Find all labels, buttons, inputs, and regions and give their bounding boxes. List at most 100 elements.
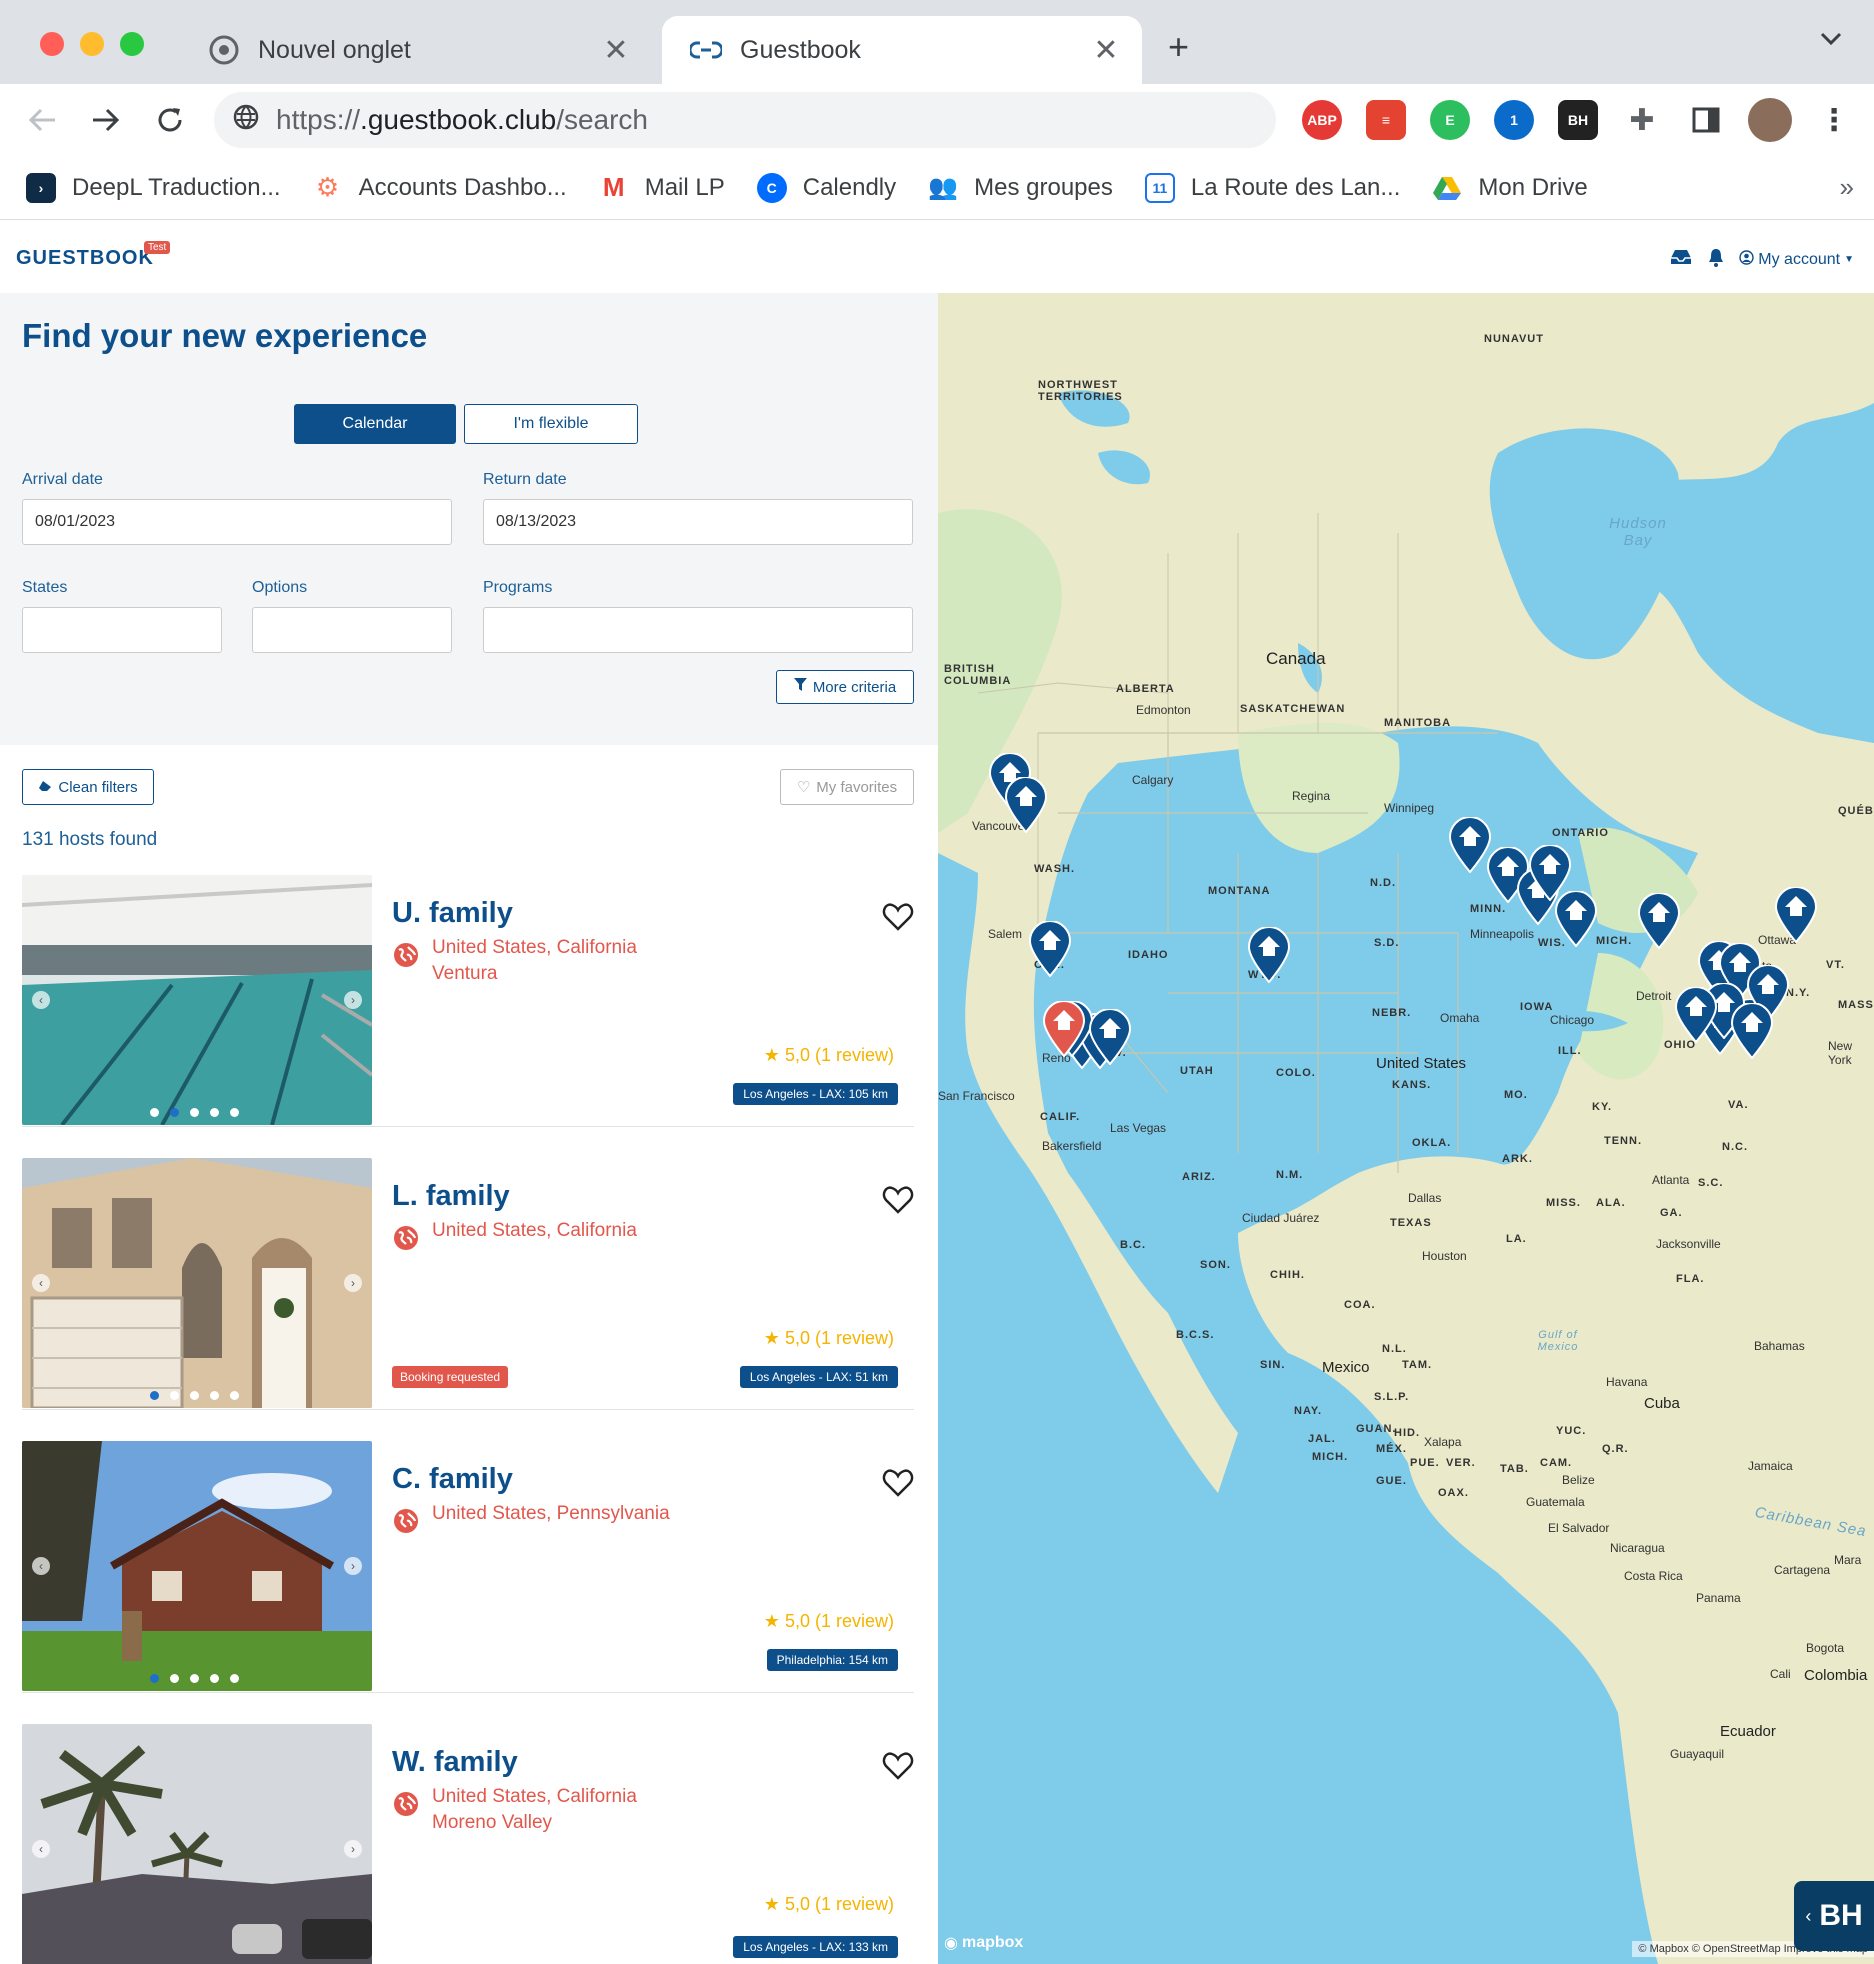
extensions-puzzle-icon[interactable]: ✚ <box>1622 100 1662 140</box>
bookmark-label: La Route des Lan... <box>1190 173 1401 201</box>
map-city-regina: Regina <box>1292 789 1331 803</box>
bookmark-calendar[interactable]: 11 La Route des Lan... <box>1144 172 1401 203</box>
reload-button[interactable] <box>148 98 192 142</box>
new-tab-button[interactable]: + <box>1168 26 1189 68</box>
tab-close-icon[interactable]: ✕ <box>602 33 630 68</box>
host-rating: ★ 5,0 (1 review) <box>764 1045 894 1066</box>
host-map-marker[interactable] <box>1247 927 1291 983</box>
states-select[interactable] <box>22 607 222 653</box>
todoist-icon[interactable]: ≡ <box>1366 100 1406 140</box>
map-label-idaho: IDAHO <box>1128 949 1169 961</box>
inbox-icon[interactable] <box>1669 248 1693 271</box>
host-map-marker[interactable] <box>1004 777 1048 833</box>
site-info-icon[interactable] <box>232 103 260 138</box>
mapbox-mark-icon: ◉ <box>944 1935 958 1952</box>
guestbook-logo[interactable]: GUESTBOOK <box>16 247 154 270</box>
tab-search-chevron-icon[interactable] <box>1820 32 1842 51</box>
mapbox-logo[interactable]: ◉ mapbox <box>944 1933 1023 1953</box>
host-name[interactable]: U. family <box>392 897 513 930</box>
flexible-mode-button[interactable]: I'm flexible <box>464 404 638 444</box>
programs-select[interactable] <box>483 607 913 653</box>
favorite-heart-icon[interactable] <box>882 1186 914 1219</box>
host-photo-palm-house[interactable]: ‹ › <box>22 1724 372 1964</box>
photo-prev-arrow-icon[interactable]: ‹ <box>32 1557 50 1575</box>
bh-extension-icon[interactable]: BH <box>1558 100 1598 140</box>
adblock-plus-icon[interactable]: ABP <box>1302 100 1342 140</box>
bell-icon[interactable] <box>1707 247 1725 272</box>
hosts-map[interactable]: NUNAVUT NORTHWEST TERRITORIES Hudson Bay… <box>938 293 1874 1964</box>
back-button[interactable] <box>20 98 64 142</box>
return-date-label: Return date <box>483 471 567 488</box>
photo-prev-arrow-icon[interactable]: ‹ <box>32 1274 50 1292</box>
host-name[interactable]: C. family <box>392 1463 513 1496</box>
host-name[interactable]: W. family <box>392 1746 518 1779</box>
map-basemap <box>938 293 1874 1964</box>
host-card[interactable]: ‹ › W. family United States, California M… <box>22 1724 914 1964</box>
host-map-marker[interactable] <box>1554 891 1598 947</box>
host-map-marker[interactable] <box>1088 1009 1132 1065</box>
arrival-date-input[interactable]: 08/01/2023 <box>22 499 452 545</box>
host-card[interactable]: ‹ › L. family United States, California … <box>22 1158 914 1410</box>
host-map-marker[interactable] <box>1637 893 1681 949</box>
host-map-marker[interactable] <box>1028 921 1072 977</box>
host-photo-house[interactable]: ‹ › <box>22 1158 372 1408</box>
profile-avatar[interactable] <box>1748 98 1792 142</box>
evernote-icon[interactable]: E <box>1430 100 1470 140</box>
host-card[interactable]: ‹ › C. family United States, Pennsylvani… <box>22 1441 914 1693</box>
clean-filters-button[interactable]: Clean filters <box>22 769 154 805</box>
map-label-gue: GUE. <box>1376 1475 1407 1487</box>
selected-host-map-marker[interactable] <box>1042 1001 1086 1057</box>
photo-next-arrow-icon[interactable]: › <box>344 1840 362 1858</box>
return-date-input[interactable]: 08/13/2023 <box>483 499 913 545</box>
address-bar[interactable]: https://.guestbook.club/search <box>214 92 1276 148</box>
tab-close-icon[interactable]: ✕ <box>1092 33 1120 68</box>
photo-next-arrow-icon[interactable]: › <box>344 1274 362 1292</box>
photo-next-arrow-icon[interactable]: › <box>344 991 362 1009</box>
bookmark-groups[interactable]: 👥 Mes groupes <box>928 173 1113 203</box>
my-account-dropdown[interactable]: My account ▼ <box>1739 249 1854 270</box>
globe-travel-icon <box>392 941 420 974</box>
onepassword-icon[interactable]: 1 <box>1494 100 1534 140</box>
map-label-kans: KANS. <box>1392 1079 1432 1091</box>
calendar-icon: 11 <box>1144 172 1175 203</box>
bookmark-hubspot[interactable]: ⚙ Accounts Dashbo... <box>313 172 567 203</box>
my-favorites-button[interactable]: ♡ My favorites <box>780 769 914 805</box>
options-select[interactable] <box>252 607 452 653</box>
bookmark-drive[interactable]: Mon Drive <box>1432 173 1588 203</box>
map-label-la: LA. <box>1506 1233 1527 1245</box>
favorite-heart-icon[interactable] <box>882 1752 914 1785</box>
favorite-heart-icon[interactable] <box>882 1469 914 1502</box>
maximize-window-button[interactable] <box>120 32 144 56</box>
side-panel-icon[interactable] <box>1686 100 1726 140</box>
calendar-mode-button[interactable]: Calendar <box>294 404 456 444</box>
host-name[interactable]: L. family <box>392 1180 510 1213</box>
photo-pager[interactable] <box>150 1674 239 1683</box>
host-map-marker[interactable] <box>1730 1003 1774 1059</box>
photo-pager[interactable] <box>150 1391 239 1400</box>
minimize-window-button[interactable] <box>80 32 104 56</box>
host-photo-brick-house[interactable]: ‹ › <box>22 1441 372 1691</box>
host-photo-pool[interactable]: ‹ › <box>22 875 372 1125</box>
photo-prev-arrow-icon[interactable]: ‹ <box>32 1840 50 1858</box>
tab-nouvel-onglet[interactable]: Nouvel onglet ✕ <box>180 16 652 84</box>
forward-button[interactable] <box>84 98 128 142</box>
photo-prev-arrow-icon[interactable]: ‹ <box>32 991 50 1009</box>
bookmark-mail[interactable]: M Mail LP <box>599 172 725 203</box>
host-map-marker[interactable] <box>1774 887 1818 943</box>
bh-widget[interactable]: ‹ BH <box>1794 1881 1874 1951</box>
map-label-ga: GA. <box>1660 1207 1683 1219</box>
bookmark-deepl[interactable]: › DeepL Traduction... <box>26 172 281 203</box>
bookmarks-overflow-button[interactable]: » <box>1840 172 1854 203</box>
favorite-heart-icon[interactable] <box>882 903 914 936</box>
chrome-menu-icon[interactable]: ⋮ <box>1814 100 1854 140</box>
map-label-sask: SASKATCHEWAN <box>1240 703 1346 715</box>
more-criteria-button[interactable]: More criteria <box>776 670 914 704</box>
tab-guestbook[interactable]: Guestbook ✕ <box>662 16 1142 84</box>
close-window-button[interactable] <box>40 32 64 56</box>
map-label-ariz: ARIZ. <box>1182 1171 1216 1183</box>
photo-pager[interactable] <box>150 1108 239 1117</box>
host-map-marker[interactable] <box>1674 987 1718 1043</box>
photo-next-arrow-icon[interactable]: › <box>344 1557 362 1575</box>
host-card[interactable]: ‹ › U. family United States, California V… <box>22 875 914 1127</box>
bookmark-calendly[interactable]: C Calendly <box>756 172 896 203</box>
